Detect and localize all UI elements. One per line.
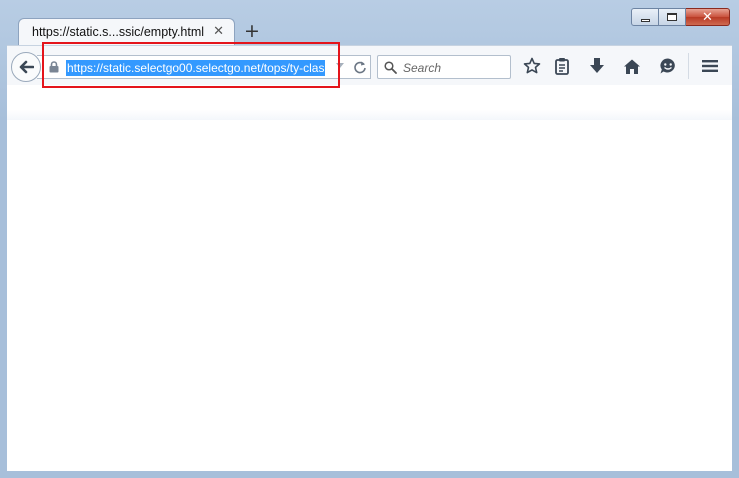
close-window-button[interactable]: ✕ xyxy=(686,8,730,26)
toolbar-separator xyxy=(688,53,689,79)
chat-face-icon xyxy=(660,58,675,74)
bookmark-button[interactable] xyxy=(522,56,542,76)
browser-tab[interactable]: https://static.s...ssic/empty.html ✕ xyxy=(18,18,235,45)
content-top-shade xyxy=(7,85,732,120)
maximize-button[interactable] xyxy=(659,8,686,26)
lock-icon[interactable] xyxy=(49,61,59,73)
url-history-dropdown-icon[interactable] xyxy=(336,63,344,68)
search-placeholder[interactable]: Search xyxy=(403,61,441,75)
tab-close-icon[interactable]: ✕ xyxy=(213,24,224,39)
page-content[interactable] xyxy=(7,85,732,471)
close-icon: ✕ xyxy=(702,9,713,25)
hello-button[interactable] xyxy=(658,56,678,76)
search-box[interactable]: Search xyxy=(377,55,511,79)
star-icon xyxy=(523,57,541,74)
hamburger-menu-icon xyxy=(702,60,718,72)
reload-icon[interactable] xyxy=(353,60,367,74)
arrow-left-icon xyxy=(19,60,34,74)
reading-list-button[interactable] xyxy=(552,56,572,76)
home-icon xyxy=(624,59,640,74)
maximize-icon xyxy=(667,13,677,21)
download-arrow-icon xyxy=(590,58,604,73)
new-tab-button[interactable]: + xyxy=(244,20,260,42)
menu-button[interactable] xyxy=(700,56,720,76)
nav-toolbar: https://static.selectgo00.selectgo.net/t… xyxy=(7,45,732,85)
downloads-button[interactable] xyxy=(587,56,607,76)
window-caption-buttons: ✕ xyxy=(631,8,730,26)
search-icon xyxy=(384,61,397,74)
minimize-button[interactable] xyxy=(631,8,659,26)
clipboard-icon xyxy=(555,58,569,75)
minimize-icon xyxy=(640,18,650,22)
back-button[interactable] xyxy=(11,52,41,82)
url-bar[interactable]: https://static.selectgo00.selectgo.net/t… xyxy=(37,55,371,79)
tab-title: https://static.s...ssic/empty.html xyxy=(32,25,205,39)
home-button[interactable] xyxy=(622,56,642,76)
url-text[interactable]: https://static.selectgo00.selectgo.net/t… xyxy=(66,60,326,76)
